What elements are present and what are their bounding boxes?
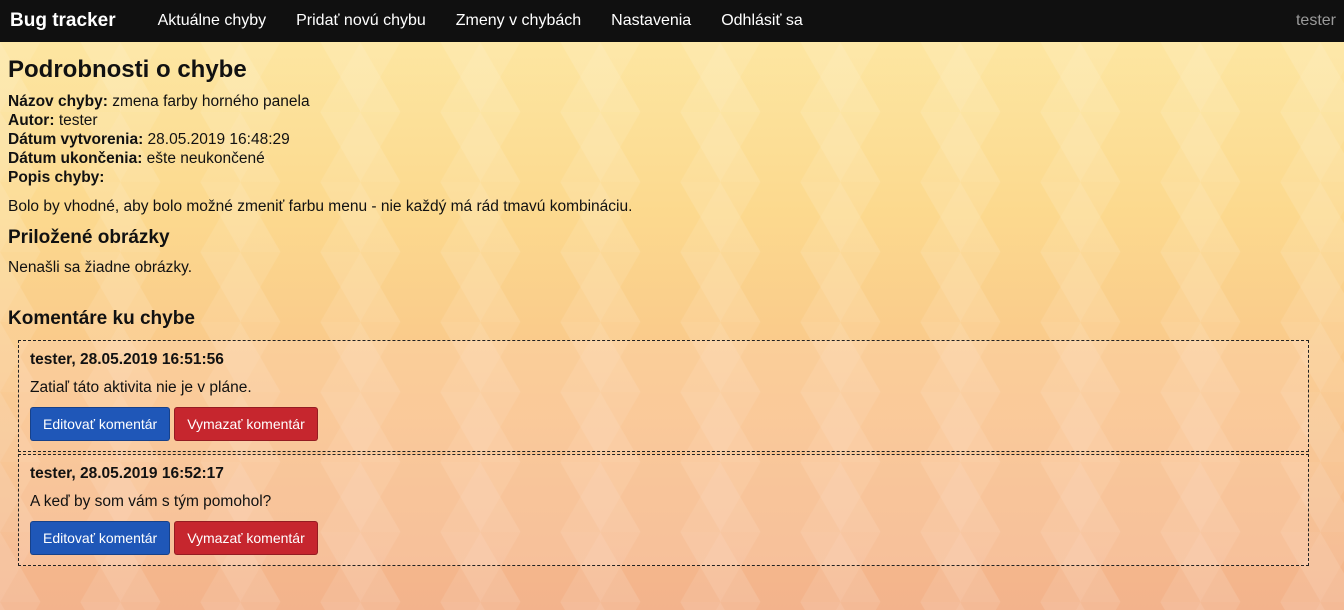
field-label: Popis chyby:	[8, 169, 105, 186]
images-heading: Priložené obrázky	[8, 227, 170, 248]
field-value: 28.05.2019 16:48:29	[147, 131, 290, 148]
nav-current-bugs[interactable]: Aktuálne chyby	[158, 12, 267, 30]
field-created-date: Dátum vytvorenia: 28.05.2019 16:48:29	[8, 130, 1344, 149]
no-images-text: Nenašli sa žiadne obrázky.	[8, 259, 193, 276]
comment-text: A keď by som vám s tým pomohol?	[30, 493, 272, 510]
field-value: tester	[58, 112, 98, 129]
field-label: Názov chyby:	[8, 93, 108, 110]
field-value: ešte neukončené	[146, 150, 265, 167]
field-label: Autor:	[8, 112, 55, 129]
comment-actions: Editovať komentár Vymazať komentár	[30, 521, 1297, 555]
nav-settings[interactable]: Nastavenia	[611, 12, 691, 30]
nav-add-bug[interactable]: Pridať novú chybu	[296, 12, 426, 30]
comment-actions: Editovať komentár Vymazať komentár	[30, 407, 1297, 441]
field-label: Dátum ukončenia:	[8, 150, 143, 167]
delete-comment-button[interactable]: Vymazať komentár	[174, 407, 318, 441]
bug-description: Bolo by vhodné, aby bolo možné zmeniť fa…	[8, 198, 633, 215]
nav-logout[interactable]: Odhlásiť sa	[721, 12, 803, 30]
field-closed-date: Dátum ukončenia: ešte neukončené	[8, 149, 1344, 168]
comments-heading: Komentáre ku chybe	[8, 308, 195, 329]
main-content: Podrobnosti o chybe Názov chyby: zmena f…	[8, 42, 1344, 566]
edit-comment-button[interactable]: Editovať komentár	[30, 521, 171, 555]
current-user: tester	[1295, 12, 1336, 29]
comment-header: tester, 28.05.2019 16:52:17	[30, 465, 224, 482]
edit-comment-button[interactable]: Editovať komentár	[30, 407, 171, 441]
field-author: Autor: tester	[8, 111, 1344, 130]
nav-bug-changes[interactable]: Zmeny v chybách	[456, 12, 581, 30]
field-label: Dátum vytvorenia:	[8, 131, 144, 148]
top-navbar: Bug tracker Aktuálne chyby Pridať novú c…	[0, 0, 1344, 42]
comment-text: Zatiaľ táto aktivita nie je v pláne.	[30, 379, 252, 396]
comment-card: tester, 28.05.2019 16:52:17 A keď by som…	[18, 454, 1309, 566]
brand-logo[interactable]: Bug tracker	[10, 10, 116, 32]
field-description: Popis chyby:	[8, 168, 1344, 187]
page-title: Podrobnosti o chybe	[8, 56, 247, 83]
delete-comment-button[interactable]: Vymazať komentár	[174, 521, 318, 555]
field-bug-name: Názov chyby: zmena farby horného panela	[8, 92, 1344, 111]
comment-header: tester, 28.05.2019 16:51:56	[30, 351, 224, 368]
field-value: zmena farby horného panela	[112, 93, 310, 110]
comment-card: tester, 28.05.2019 16:51:56 Zatiaľ táto …	[18, 340, 1309, 452]
